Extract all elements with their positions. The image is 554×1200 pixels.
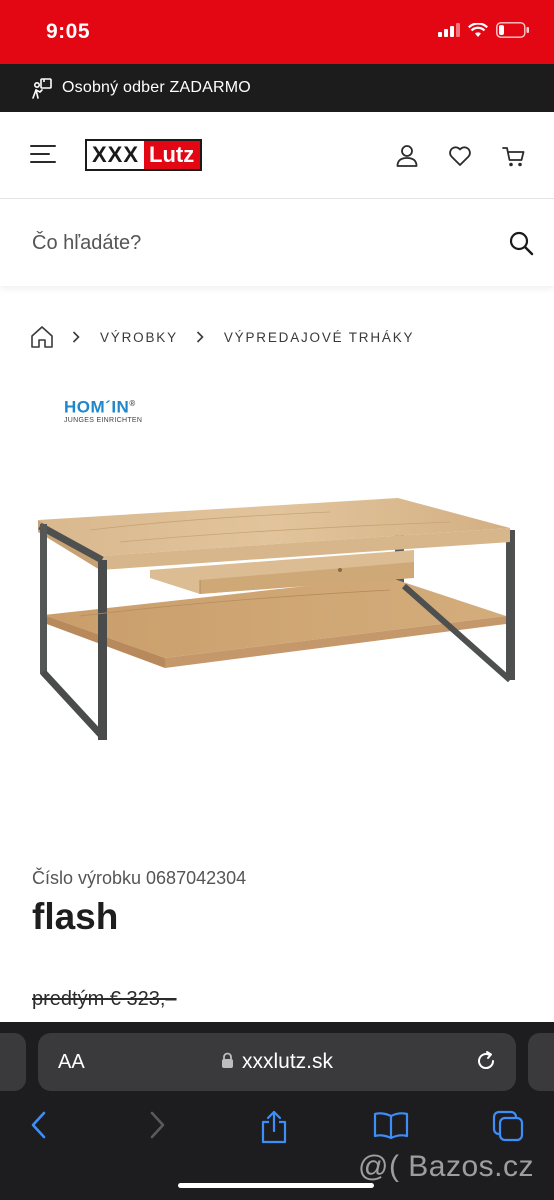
logo-xxx: XXX [87, 141, 145, 169]
search-input[interactable]: Čo hľadáte? [32, 232, 141, 255]
bookmarks-icon[interactable] [373, 1110, 409, 1140]
tabs-icon[interactable] [492, 1110, 526, 1142]
back-icon[interactable] [28, 1110, 50, 1140]
menu-button[interactable] [30, 145, 56, 165]
brand-tagline: JUNGES EINRICHTEN [64, 416, 143, 424]
brand-logo[interactable]: HOM´IN® JUNGES EINRICHTEN [64, 395, 142, 424]
lock-icon [221, 1052, 233, 1068]
previous-tab-card[interactable] [0, 1033, 26, 1091]
brand-name: HOM´IN [64, 397, 130, 417]
chevron-right-icon [72, 331, 80, 343]
chevron-right-icon [196, 331, 204, 343]
status-time: 9:05 [46, 20, 91, 43]
watermark: @( Bazos.cz [358, 1150, 534, 1183]
old-price: predtým € 323,– [32, 988, 177, 1010]
user-icon[interactable] [394, 143, 420, 169]
breadcrumb: VÝROBKY VÝPREDAJOVÉ TRHÁKY [30, 324, 414, 350]
status-bar: 9:05 [0, 0, 554, 64]
status-icons [438, 22, 530, 38]
logo-lutz: Lutz [144, 141, 201, 169]
site-header: XXX Lutz [0, 112, 554, 199]
site-logo[interactable]: XXX Lutz [85, 139, 203, 171]
brand-registered-mark: ® [129, 399, 136, 408]
promo-text: Osobný odber ZADARMO [62, 79, 251, 96]
heart-icon[interactable] [447, 143, 473, 169]
url-text: xxxlutz.sk [241, 1050, 333, 1073]
breadcrumb-link-sale[interactable]: VÝPREDAJOVÉ TRHÁKY [224, 330, 414, 345]
menu-line [30, 161, 56, 163]
reload-icon[interactable] [474, 1049, 498, 1073]
battery-icon [496, 22, 529, 38]
promo-bar[interactable]: Osobný odber ZADARMO [0, 64, 554, 112]
forward-icon[interactable] [146, 1110, 168, 1140]
pickup-icon [32, 78, 52, 99]
search-icon[interactable] [508, 230, 534, 256]
product-title: flash [32, 896, 119, 937]
product-image[interactable] [30, 490, 530, 750]
address-bar[interactable]: AA xxxlutz.sk [38, 1033, 516, 1091]
menu-line [30, 153, 50, 155]
cart-icon[interactable] [501, 143, 527, 169]
home-indicator[interactable] [178, 1183, 374, 1188]
wifi-icon [468, 22, 488, 37]
signal-icon [438, 23, 460, 37]
next-tab-card[interactable] [528, 1033, 554, 1091]
product-number: Číslo výrobku 0687042304 [32, 868, 247, 888]
menu-line [30, 145, 56, 147]
search-bar[interactable]: Čo hľadáte? [0, 200, 554, 286]
share-icon[interactable] [259, 1110, 289, 1144]
home-icon[interactable] [30, 325, 54, 349]
url-display[interactable]: xxxlutz.sk [38, 1050, 516, 1074]
breadcrumb-link-products[interactable]: VÝROBKY [100, 330, 178, 345]
